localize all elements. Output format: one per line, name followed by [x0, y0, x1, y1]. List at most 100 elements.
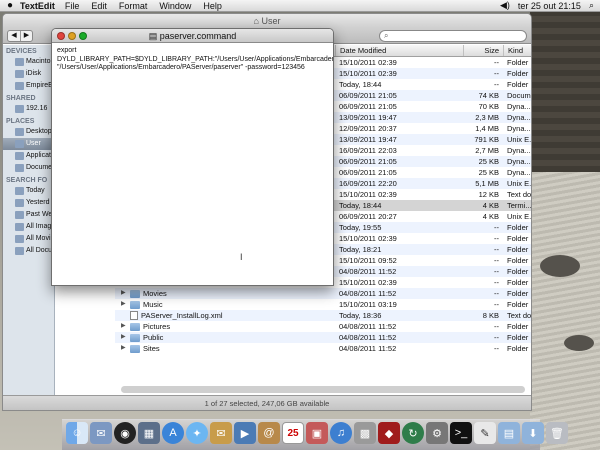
sidebar-item[interactable]: iDisk [3, 68, 54, 80]
disclosure-triangle-icon[interactable]: ▶ [121, 321, 127, 332]
disclosure-triangle-icon[interactable]: ▶ [121, 332, 127, 343]
close-button[interactable] [57, 32, 65, 40]
folder-icon [130, 300, 140, 309]
file-row[interactable]: ▶ Movies 04/08/2011 11:52 -- Folder [115, 288, 531, 299]
facetime-dock-icon[interactable]: ▶ [234, 422, 256, 444]
menu-edit[interactable]: Edit [91, 1, 107, 11]
sidebar-item[interactable]: Docume [3, 162, 54, 174]
file-size-cell: 8 KB [482, 311, 499, 320]
file-size-cell: 4 KB [482, 201, 499, 210]
time-machine-dock-icon[interactable]: ↻ [402, 422, 424, 444]
spotlight-icon[interactable]: ⌕ [589, 0, 594, 11]
trash-dock-icon[interactable]: 🗑 [546, 422, 568, 444]
mail-dock-icon[interactable]: ✉ [90, 422, 112, 444]
file-row[interactable]: ▶ Sites 04/08/2011 11:52 -- Folder [115, 343, 531, 354]
address-book-dock-icon[interactable]: @ [258, 422, 280, 444]
file-row[interactable]: ▶ Pictures 04/08/2011 11:52 -- Folder [115, 321, 531, 332]
file-date-cell: 13/09/2011 19:47 [339, 113, 397, 122]
file-size-cell: 74 KB [478, 91, 499, 100]
zoom-button[interactable] [79, 32, 87, 40]
sidebar-item[interactable]: All Movi [3, 233, 54, 245]
sidebar-item[interactable]: Macinto [3, 56, 54, 68]
sidebar-item-icon [15, 105, 24, 113]
file-date-cell: 04/08/2011 11:52 [339, 289, 397, 298]
horizontal-scrollbar[interactable] [121, 386, 525, 393]
app-store-dock-icon[interactable]: A [162, 422, 184, 444]
file-name-cell: ▶ Movies [115, 288, 335, 299]
sidebar-item[interactable]: All Imag [3, 221, 54, 233]
menu-help[interactable]: Help [203, 1, 222, 11]
file-date-cell: 15/10/2011 02:39 [339, 234, 397, 243]
file-date-cell: 04/08/2011 11:52 [339, 344, 397, 353]
sidebar-item[interactable]: Past We [3, 209, 54, 221]
file-row[interactable]: ▶ Public 04/08/2011 11:52 -- Folder [115, 332, 531, 343]
file-date-cell: 06/09/2011 21:05 [339, 102, 397, 111]
search-field[interactable]: ⌕ [379, 29, 527, 42]
column-kind[interactable]: Kind [503, 45, 531, 56]
textedit-title-bar[interactable]: ▤ paserver.command [52, 29, 333, 43]
applications-stack-icon[interactable]: ▤ [498, 422, 520, 444]
delphi-dock-icon[interactable]: ◆ [378, 422, 400, 444]
system-preferences-dock-icon[interactable]: ⚙ [426, 422, 448, 444]
downloads-stack-icon[interactable]: ⬇ [522, 422, 544, 444]
file-kind-cell: Termi... [507, 201, 531, 210]
sidebar-item-label: All Imag [26, 223, 52, 230]
file-size-cell: -- [494, 300, 499, 309]
file-size-cell: 25 KB [478, 157, 499, 166]
menu-window[interactable]: Window [159, 1, 191, 11]
sidebar-item[interactable]: All Docu [3, 245, 54, 257]
finder-title-bar[interactable]: ⌂ User [3, 14, 531, 28]
safari-dock-icon[interactable]: ✦ [186, 422, 208, 444]
file-date-cell: 04/08/2011 11:52 [339, 322, 397, 331]
menu-format[interactable]: Format [119, 1, 148, 11]
sidebar-item-icon [15, 82, 24, 90]
menu-file[interactable]: File [65, 1, 80, 11]
file-row[interactable]: PAServer_InstallLog.xml Today, 18:36 8 KB T… [115, 310, 531, 321]
file-name-text: Sites [143, 344, 160, 353]
mail-stamp-dock-icon[interactable]: ✉ [210, 422, 232, 444]
sidebar-item-label: Docume [26, 164, 53, 171]
file-size-cell: -- [494, 256, 499, 265]
photo-booth-dock-icon[interactable]: ▣ [306, 422, 328, 444]
sidebar-item[interactable]: Yesterd [3, 197, 54, 209]
clock[interactable]: ter 25 out 21:15 [518, 1, 581, 11]
sidebar-item[interactable]: Desktop [3, 126, 54, 138]
sidebar-item[interactable]: Today [3, 185, 54, 197]
sidebar-item[interactable]: 192.16 [3, 103, 54, 115]
sidebar-item-label: Today [26, 187, 45, 194]
textedit-dock-icon[interactable]: ✎ [474, 422, 496, 444]
sidebar-item[interactable]: Applicat [3, 150, 54, 162]
dashboard-dock-icon[interactable]: ◉ [114, 422, 136, 444]
sidebar-item[interactable]: EmpireE [3, 80, 54, 92]
apple-menu-icon[interactable]: ● [0, 0, 20, 11]
file-kind-cell: Text doc [507, 190, 531, 199]
photo-dock-icon[interactable]: ▩ [354, 422, 376, 444]
volume-icon[interactable]: ◀) [500, 0, 510, 11]
finder-dock-icon[interactable]: ☺ [66, 422, 88, 444]
terminal-dock-icon[interactable]: >_ [450, 422, 472, 444]
sidebar-item[interactable]: User [3, 138, 54, 150]
file-date-cell: 16/09/2011 22:20 [339, 179, 397, 188]
status-bar: 1 of 27 selected, 247,06 GB available [3, 395, 531, 410]
disclosure-triangle-icon[interactable]: ▶ [121, 299, 127, 310]
disclosure-triangle-icon[interactable]: ▶ [121, 288, 127, 299]
file-kind-cell: Dyna... [507, 113, 531, 122]
file-kind-cell: Folder [507, 256, 529, 265]
forward-button[interactable]: ▶ [20, 30, 32, 41]
itunes-dock-icon[interactable]: ♫ [330, 422, 352, 444]
column-date-modified[interactable]: Date Modified [335, 45, 463, 56]
disclosure-triangle-icon[interactable]: ▶ [121, 343, 127, 354]
file-row[interactable]: ▶ Music 15/10/2011 03:19 -- Folder [115, 299, 531, 310]
column-size[interactable]: Size [463, 45, 503, 56]
file-size-cell: 4 KB [482, 212, 499, 221]
minimize-button[interactable] [68, 32, 76, 40]
file-kind-cell: Folder [507, 278, 529, 287]
text-area[interactable]: export DYLD_LIBRARY_PATH=$DYLD_LIBRARY_P… [52, 43, 333, 77]
sidebar-item-label: Yesterd [26, 199, 50, 206]
back-button[interactable]: ◀ [8, 31, 20, 41]
app-menu[interactable]: TextEdit [20, 1, 55, 11]
expose-dock-icon[interactable]: ▦ [138, 422, 160, 444]
file-kind-cell: Folder [507, 267, 529, 276]
sidebar-item-label: All Docu [26, 247, 53, 254]
calendar-dock-icon[interactable]: 25 [282, 422, 304, 444]
